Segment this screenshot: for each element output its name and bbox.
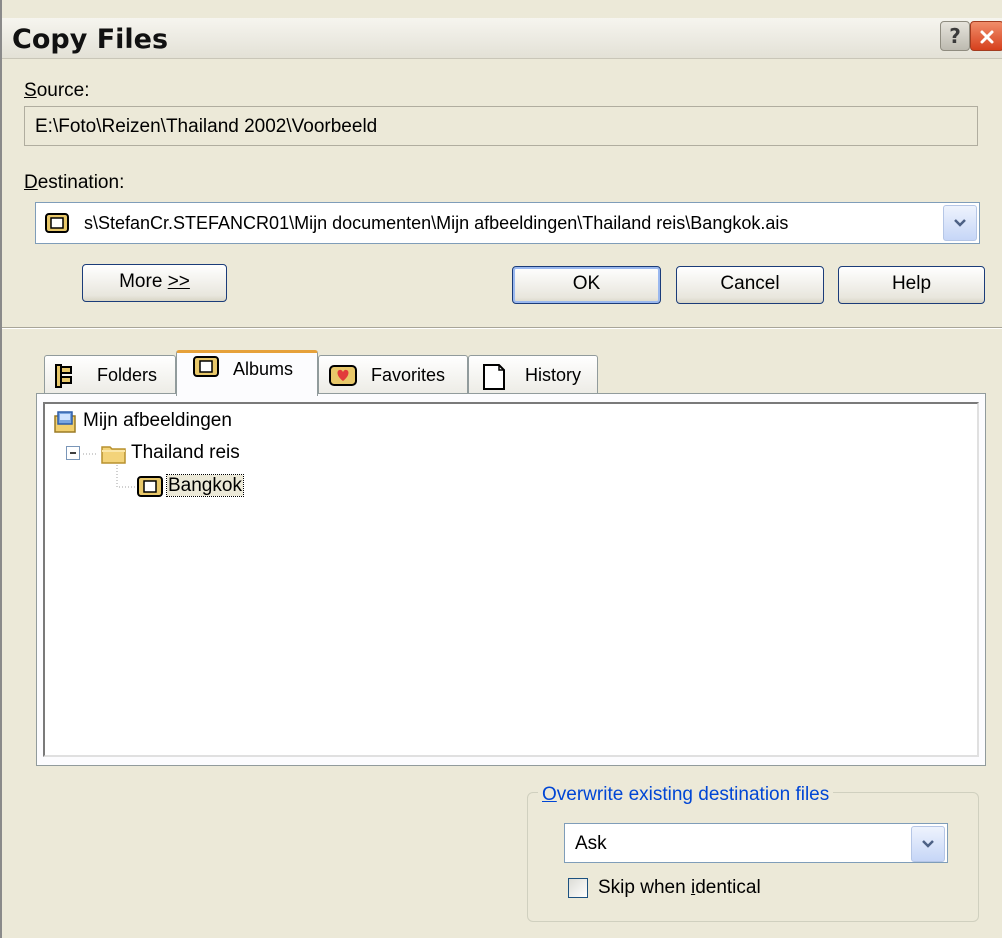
source-path-field: E:\Foto\Reizen\Thailand 2002\Voorbeeld <box>24 106 978 146</box>
cancel-button[interactable]: Cancel <box>676 266 824 304</box>
minus-icon <box>70 452 76 454</box>
help-title-button[interactable]: ? <box>940 21 970 51</box>
album-tree[interactable]: Mijn afbeeldingen Thailand reis Bangkok <box>43 402 979 757</box>
destination-combo[interactable]: s\StefanCr.STEFANCR01\Mijn documenten\Mi… <box>35 202 980 244</box>
overwrite-legend: Overwrite existing destination files <box>538 784 834 806</box>
favorites-heart-icon <box>329 365 357 386</box>
separator <box>2 327 1002 329</box>
destination-path: s\StefanCr.STEFANCR01\Mijn documenten\Mi… <box>84 213 789 233</box>
overwrite-dropdown-button[interactable] <box>911 826 945 862</box>
chevron-down-icon <box>922 840 934 848</box>
overwrite-selected-value: Ask <box>575 833 607 854</box>
overwrite-select[interactable]: Ask <box>564 823 948 863</box>
title-bar[interactable]: Copy Files ? <box>2 18 1002 59</box>
chevron-down-icon <box>954 219 966 227</box>
history-page-icon <box>483 364 505 390</box>
destination-dropdown-button[interactable] <box>943 205 977 241</box>
folders-icon <box>55 364 72 388</box>
tab-history[interactable]: History <box>468 355 598 395</box>
tab-favorites[interactable]: Favorites <box>318 355 468 395</box>
tab-folders-label: Folders <box>97 365 158 385</box>
collapse-toggle[interactable] <box>66 446 80 460</box>
album-icon <box>45 213 69 233</box>
tab-folders[interactable]: Folders <box>44 355 176 395</box>
tab-history-label: History <box>525 365 582 385</box>
tab-favorites-label: Favorites <box>371 365 446 385</box>
help-button[interactable]: Help <box>838 266 985 304</box>
tree-item-bangkok-label: Bangkok <box>166 474 244 497</box>
dialog-title: Copy Files <box>12 24 169 55</box>
source-label: Source: <box>24 80 90 101</box>
albums-tab-panel: Mijn afbeeldingen Thailand reis Bangkok <box>36 393 986 766</box>
destination-label: Destination: <box>24 172 125 193</box>
ok-button[interactable]: OK <box>512 266 661 304</box>
close-icon <box>980 30 994 44</box>
copy-files-dialog: Copy Files ? Source: E:\Foto\Reizen\Thai… <box>0 0 1002 938</box>
tree-item-thailand-reis[interactable]: Thailand reis <box>131 442 240 464</box>
more-button[interactable]: More >> <box>82 264 227 302</box>
tab-albums[interactable]: Albums <box>176 350 318 396</box>
skip-identical-checkbox[interactable] <box>568 878 588 898</box>
tab-albums-label: Albums <box>233 359 294 379</box>
album-icon <box>193 356 219 377</box>
album-icon <box>137 476 163 497</box>
close-title-button[interactable] <box>970 21 1002 51</box>
skip-identical-label[interactable]: Skip when identical <box>598 877 761 899</box>
folder-icon <box>101 446 126 464</box>
tree-item-bangkok[interactable]: Bangkok <box>166 474 244 497</box>
